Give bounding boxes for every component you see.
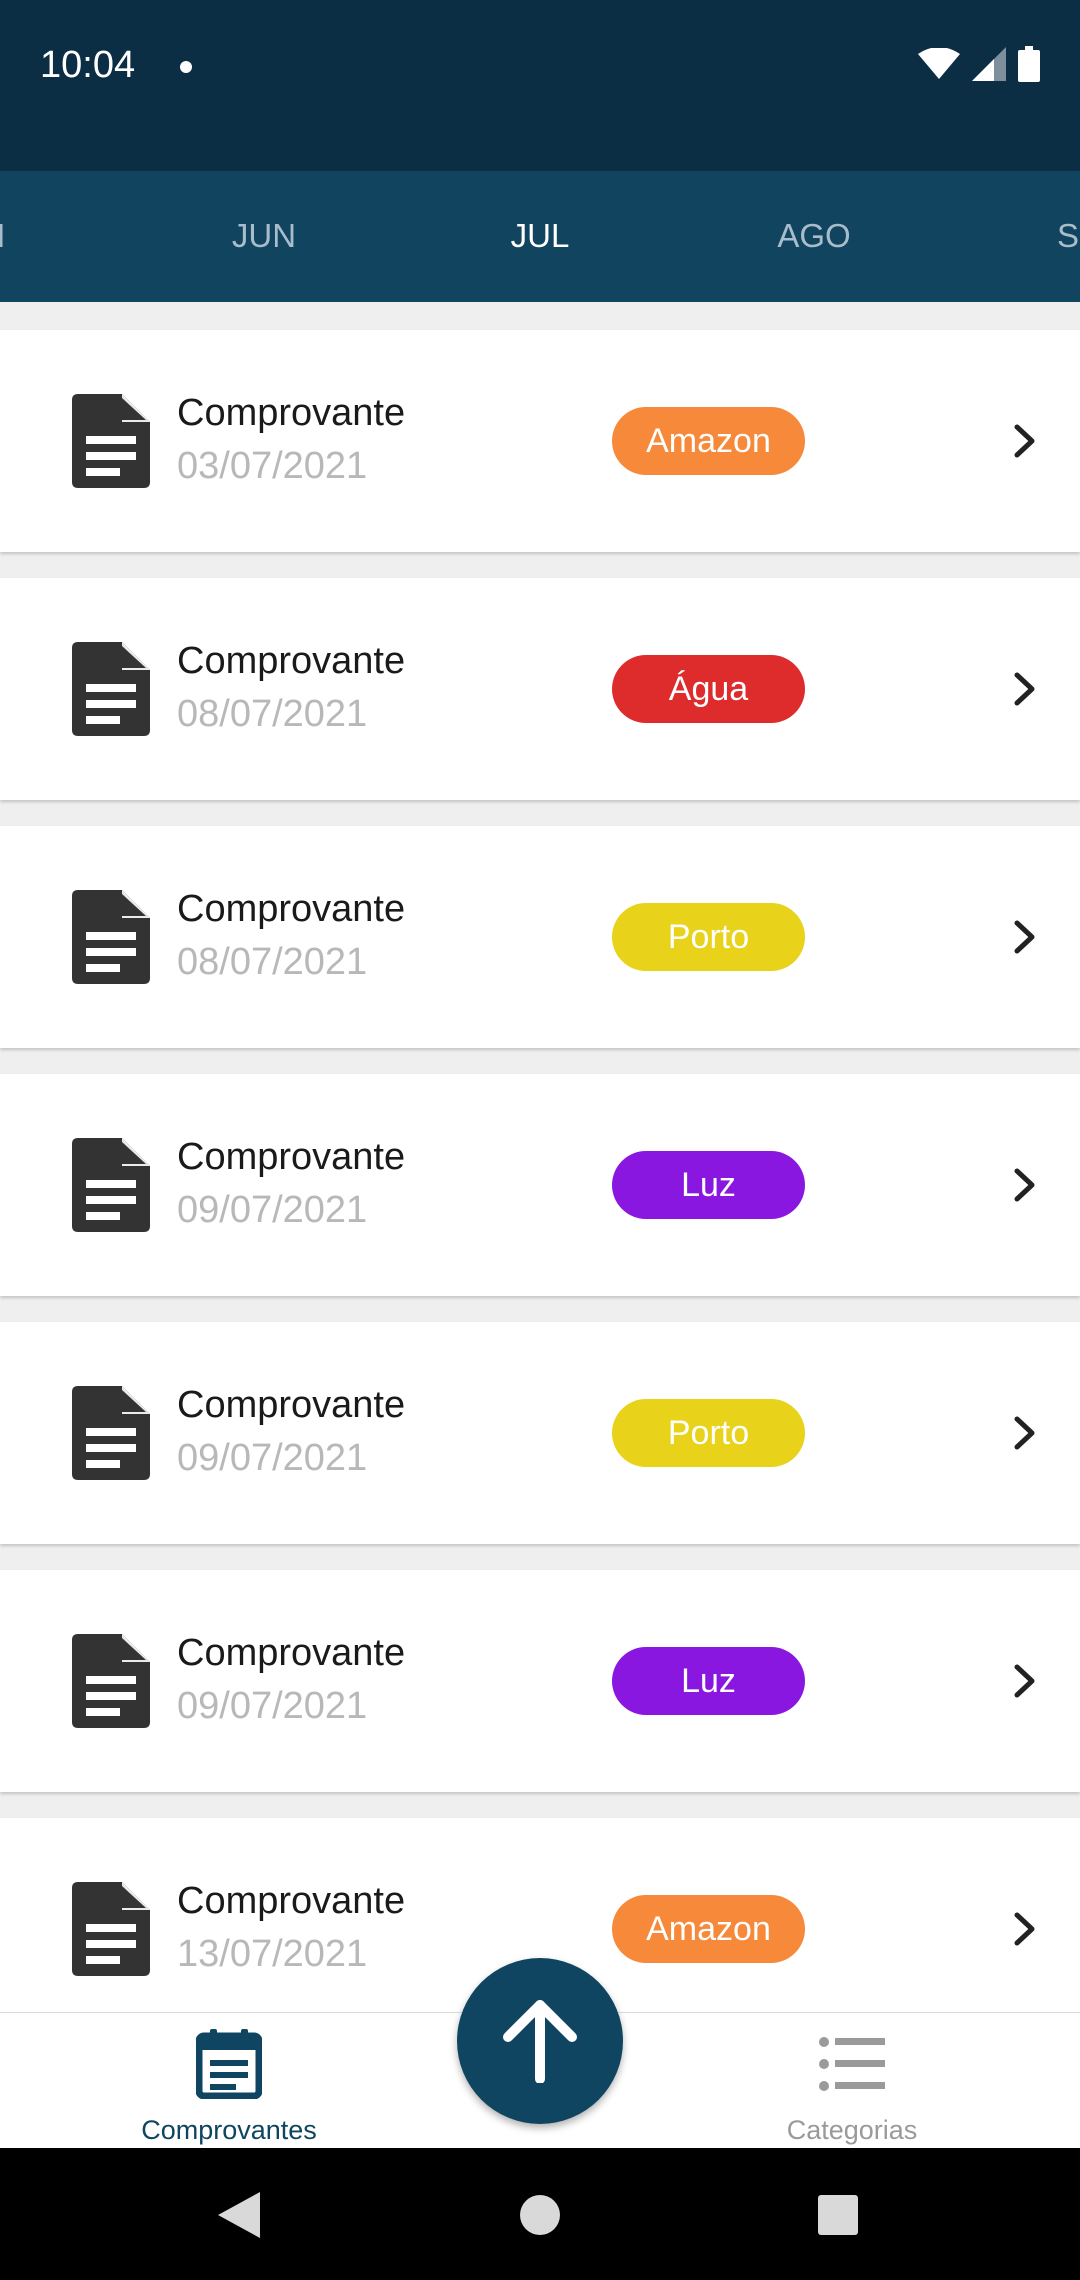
chevron-right-icon (1014, 1168, 1035, 1202)
month-tabs: AI JUN JUL AGO S (0, 171, 1080, 302)
receipt-card[interactable]: Comprovante 03/07/2021 Amazon (0, 330, 1080, 552)
tab-month-prev[interactable]: AI (0, 217, 90, 255)
arrow-up-icon (503, 2000, 577, 2083)
receipt-date: 08/07/2021 (177, 941, 368, 983)
tab-month-jun[interactable]: JUN (164, 217, 364, 255)
receipt-date: 13/07/2021 (177, 1933, 368, 1975)
receipt-title: Comprovante (177, 392, 406, 434)
tab-month-ago[interactable]: AGO (714, 217, 914, 255)
document-icon (72, 1386, 150, 1480)
receipt-date: 09/07/2021 (177, 1189, 368, 1231)
chevron-right-icon (1014, 672, 1035, 706)
system-nav-bar (0, 2148, 1080, 2280)
receipt-title: Comprovante (177, 1384, 406, 1426)
chevron-right-icon (1014, 1664, 1035, 1698)
nav-categorias[interactable]: Categorias (702, 2013, 1002, 2149)
cell-signal-icon (972, 47, 1006, 81)
status-time: 10:04 (40, 44, 136, 86)
upload-fab-button[interactable] (457, 1958, 623, 2124)
list-icon (819, 2037, 885, 2091)
receipt-list: Comprovante 03/07/2021 Amazon Comprovante 08… (0, 302, 1080, 2012)
home-icon[interactable] (520, 2195, 560, 2235)
document-icon (72, 1138, 150, 1232)
receipt-card[interactable]: Comprovante 09/07/2021 Porto (0, 1322, 1080, 1544)
document-icon (72, 1882, 150, 1976)
receipt-card[interactable]: Comprovante 09/07/2021 Luz (0, 1074, 1080, 1296)
chevron-right-icon (1014, 424, 1035, 458)
nav-comprovantes[interactable]: Comprovantes (79, 2013, 379, 2149)
tab-month-jul[interactable]: JUL (440, 217, 640, 255)
receipt-calendar-icon (196, 2029, 262, 2099)
receipt-date: 08/07/2021 (177, 693, 368, 735)
document-icon (72, 394, 150, 488)
receipt-title: Comprovante (177, 888, 406, 930)
battery-icon (1018, 46, 1040, 82)
recents-icon[interactable] (818, 2195, 858, 2235)
back-icon[interactable] (218, 2192, 260, 2238)
document-icon (72, 890, 150, 984)
document-icon (72, 642, 150, 736)
category-badge: Água (612, 655, 805, 723)
receipt-date: 09/07/2021 (177, 1437, 368, 1479)
tab-month-next[interactable]: S (968, 217, 1080, 255)
notification-dot-icon (180, 61, 192, 73)
chevron-right-icon (1014, 1416, 1035, 1450)
status-bar: 10:04 (0, 0, 1080, 171)
receipt-title: Comprovante (177, 640, 406, 682)
receipt-title: Comprovante (177, 1880, 406, 1922)
receipt-date: 03/07/2021 (177, 445, 368, 487)
nav-label-comprovantes: Comprovantes (141, 2115, 317, 2145)
category-badge: Amazon (612, 407, 805, 475)
category-badge: Luz (612, 1151, 805, 1219)
category-badge: Porto (612, 903, 805, 971)
chevron-right-icon (1014, 920, 1035, 954)
receipt-title: Comprovante (177, 1136, 406, 1178)
receipt-title: Comprovante (177, 1632, 406, 1674)
category-badge: Porto (612, 1399, 805, 1467)
status-icons (918, 46, 1040, 82)
document-icon (72, 1634, 150, 1728)
category-badge: Amazon (612, 1895, 805, 1963)
receipt-card[interactable]: Comprovante 09/07/2021 Luz (0, 1570, 1080, 1792)
wifi-icon (918, 48, 960, 79)
receipt-card[interactable]: Comprovante 08/07/2021 Água (0, 578, 1080, 800)
chevron-right-icon (1014, 1912, 1035, 1946)
category-badge: Luz (612, 1647, 805, 1715)
receipt-date: 09/07/2021 (177, 1685, 368, 1727)
receipt-card[interactable]: Comprovante 08/07/2021 Porto (0, 826, 1080, 1048)
nav-label-categorias: Categorias (786, 2115, 918, 2145)
